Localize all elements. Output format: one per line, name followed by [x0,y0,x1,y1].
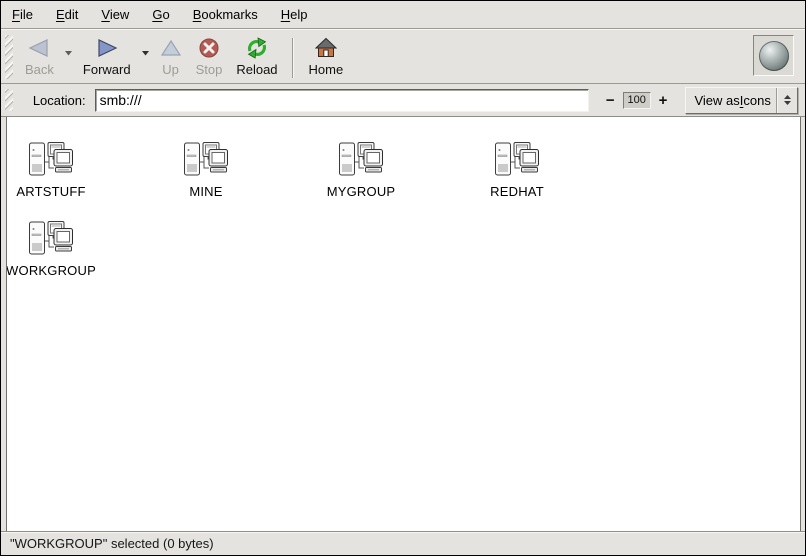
location-bar-drag-handle[interactable] [5,89,13,111]
throbber-globe-icon [759,41,789,71]
zoom-out-button[interactable]: − [604,93,617,108]
throbber [753,35,794,76]
zoom-level-indicator[interactable]: 100 [623,92,651,109]
network-share-item[interactable]: MYGROUP [315,141,407,199]
toolbar: Back Forward Up [1,29,805,84]
menu-go[interactable]: Go [151,5,170,24]
location-input[interactable] [95,89,589,112]
location-bar: Location: − 100 + View as Icons [1,84,805,117]
zoom-controls: − 100 + [604,92,670,109]
icon-label: WORKGROUP [7,263,96,278]
menu-file[interactable]: File [11,5,34,24]
network-workgroup-icon [494,141,540,179]
network-share-item-selected[interactable]: WORKGROUP [7,220,97,278]
icon-label: MINE [189,184,222,199]
home-icon [315,34,337,61]
network-share-item[interactable]: ARTSTUFF [7,141,97,199]
forward-history-dropdown[interactable] [138,39,153,67]
zoom-in-button[interactable]: + [657,93,670,108]
back-history-dropdown[interactable] [61,39,76,67]
forward-icon [96,34,118,61]
icon-label: REDHAT [490,184,544,199]
chevron-down-icon [141,50,150,56]
reload-icon [245,34,269,61]
dropdown-arrow-icon [776,88,797,113]
network-workgroup-icon [28,220,74,258]
network-workgroup-icon [338,141,384,179]
network-share-item[interactable]: MINE [160,141,252,199]
status-text: "WORKGROUP" selected (0 bytes) [10,536,214,551]
network-workgroup-icon [183,141,229,179]
home-button[interactable]: Home [302,32,351,78]
forward-button[interactable]: Forward [76,32,138,78]
up-icon [160,34,182,61]
icon-label: MYGROUP [327,184,396,199]
menu-bar: File Edit View Go Bookmarks Help [1,1,805,29]
file-manager-window: File Edit View Go Bookmarks Help Back Fo… [0,0,806,556]
icon-label: ARTSTUFF [16,184,85,199]
menu-bookmarks[interactable]: Bookmarks [192,5,259,24]
reload-button[interactable]: Reload [229,32,284,78]
stop-icon [198,34,220,61]
view-as-dropdown[interactable]: View as Icons [685,87,798,114]
stop-button[interactable]: Stop [189,32,230,78]
menu-help[interactable]: Help [280,5,309,24]
network-workgroup-icon [28,141,74,179]
icon-view[interactable]: ARTSTUFF MINE [7,117,801,531]
chevron-down-icon [64,50,73,56]
main-area: ARTSTUFF MINE [1,117,805,531]
menu-edit[interactable]: Edit [55,5,79,24]
status-bar: "WORKGROUP" selected (0 bytes) [1,531,805,555]
up-button[interactable]: Up [153,32,189,78]
location-label: Location: [33,93,86,108]
network-share-item[interactable]: REDHAT [471,141,563,199]
toolbar-separator [292,38,293,78]
back-button[interactable]: Back [18,32,61,78]
toolbar-drag-handle[interactable] [5,35,13,79]
back-icon [28,34,50,61]
menu-view[interactable]: View [100,5,130,24]
right-frame-gutter [801,117,805,531]
